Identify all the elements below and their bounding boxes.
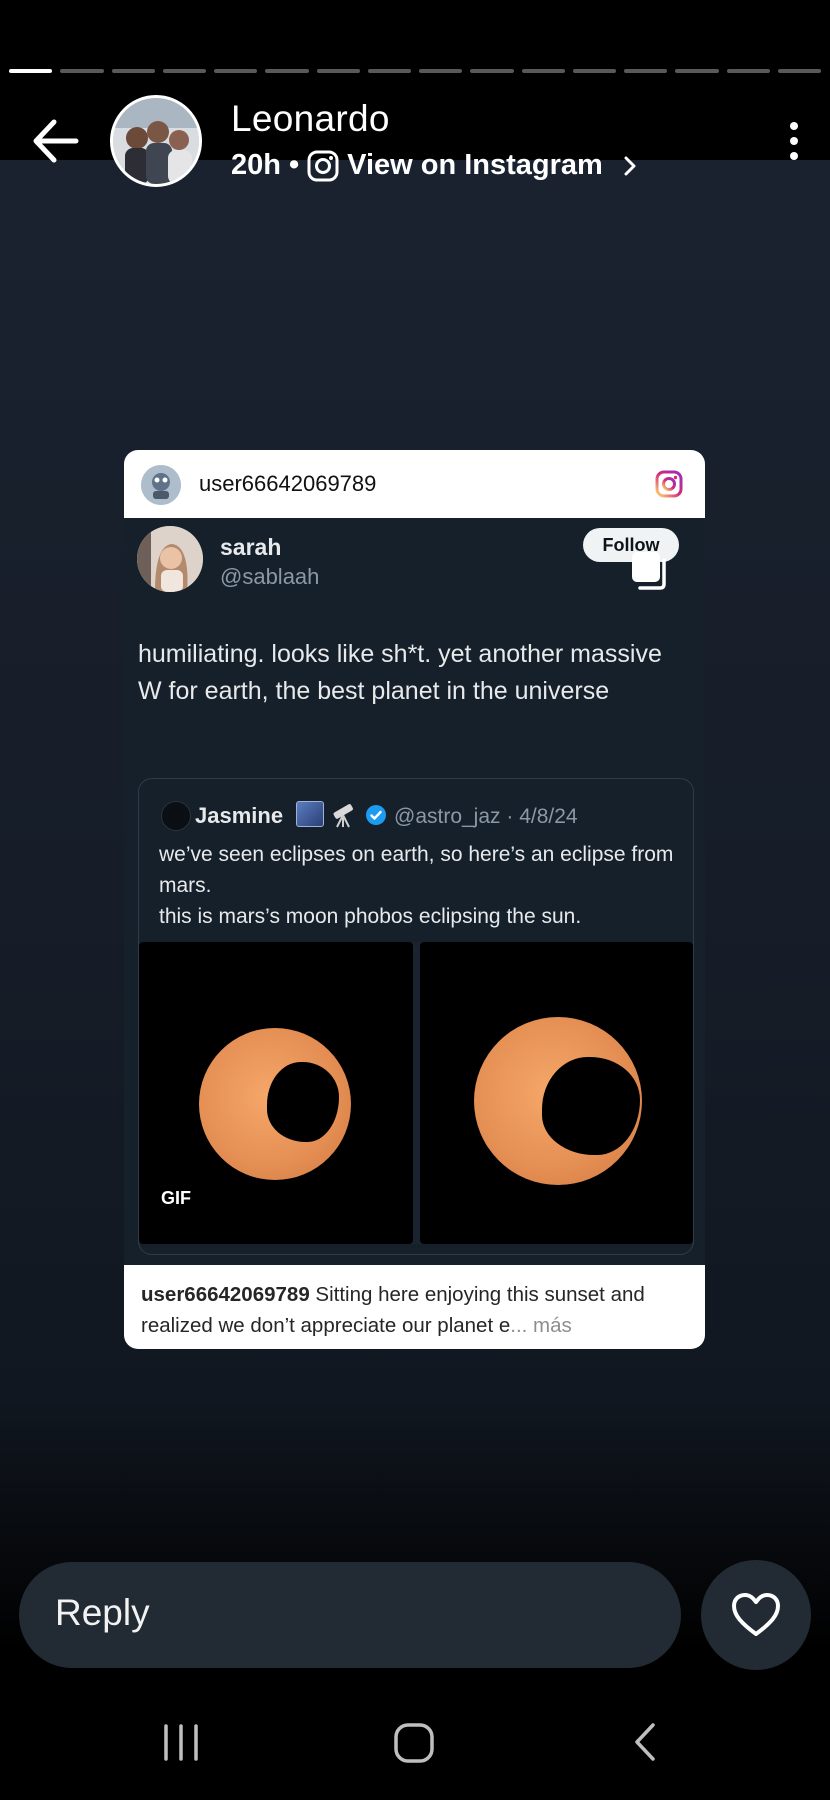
quoted-text-line2: this is mars’s moon phobos eclipsing the…: [159, 905, 582, 928]
tweet-text: humiliating. looks like sh*t. yet anothe…: [138, 640, 662, 705]
eclipse-image-panel[interactable]: [419, 942, 693, 1244]
story-progress-segment: [777, 69, 821, 73]
telescope-icon: [329, 799, 359, 829]
story-time: 20h: [231, 149, 281, 181]
post-header-username[interactable]: user66642069789: [199, 471, 376, 497]
tweet-author-handle[interactable]: @sablaah: [220, 564, 319, 590]
like-button[interactable]: [701, 1560, 811, 1670]
story-progress-segment: [726, 69, 770, 73]
quoted-text: we’ve seen eclipses on earth, so here’s …: [159, 839, 679, 932]
story-progress-segment: [675, 69, 719, 73]
caption-more-link[interactable]: más: [533, 1314, 572, 1337]
story-progress-bar: [9, 69, 821, 73]
story-progress-segment: [572, 69, 616, 73]
sun-image: [199, 1028, 351, 1180]
quoted-author-name[interactable]: Jasmine: [195, 803, 283, 829]
sun-image: [473, 1017, 642, 1185]
back-nav-icon[interactable]: [630, 1720, 660, 1765]
tweet-author-name[interactable]: sarah: [220, 534, 281, 561]
story-progress-segment: [367, 69, 411, 73]
story-progress-segment: [265, 69, 309, 73]
instagram-icon: [307, 150, 339, 181]
post-user-avatar[interactable]: [141, 465, 181, 505]
eclipse-gif-panel[interactable]: GIF: [139, 942, 413, 1244]
view-on-instagram-link[interactable]: View on Instagram: [307, 149, 643, 182]
quoted-media[interactable]: GIF: [139, 942, 693, 1244]
post-caption[interactable]: user66642069789 Sitting here enjoying th…: [124, 1265, 705, 1349]
quoted-text-line1: we’ve seen eclipses on earth, so here’s …: [159, 843, 674, 897]
gif-badge: GIF: [161, 1188, 191, 1208]
story-progress-segment: [419, 69, 463, 73]
tweet-author-avatar[interactable]: [137, 526, 203, 592]
story-progress-segment: [624, 69, 668, 73]
verified-icon: [365, 804, 387, 826]
chevron-right-icon: [624, 156, 636, 175]
reply-placeholder: Reply: [55, 1592, 150, 1633]
author-avatar[interactable]: [110, 95, 202, 187]
caption-ellipsis: ...: [510, 1314, 528, 1337]
quoted-tweet[interactable]: Jasmine @astro_jaz · 4/8/24 we’ve seen e…: [138, 778, 694, 1255]
story-author-name[interactable]: Leonardo: [231, 98, 390, 140]
view-on-instagram-label: View on Instagram: [347, 149, 603, 181]
story-progress-segment: [470, 69, 514, 73]
shared-post-card[interactable]: user66642069789 sarah @sablaah Follow hu…: [124, 450, 705, 1349]
more-vertical-icon[interactable]: [780, 118, 808, 164]
home-icon[interactable]: [392, 1720, 437, 1765]
post-header[interactable]: user66642069789: [124, 450, 705, 518]
story-progress-segment: [60, 69, 104, 73]
meta-separator: •: [288, 149, 300, 181]
story-meta: 20h • View on Instagram: [231, 149, 643, 182]
quoted-author-avatar[interactable]: [161, 801, 191, 831]
story-progress-segment: [214, 69, 258, 73]
recent-apps-icon[interactable]: [160, 1720, 202, 1765]
story-progress-segment: [162, 69, 206, 73]
instagram-icon[interactable]: [655, 470, 683, 498]
galaxy-emoji-icon: [296, 801, 324, 827]
copy-icon: [628, 550, 668, 592]
story-progress-segment: [111, 69, 155, 73]
reply-input[interactable]: Reply: [19, 1562, 681, 1668]
story-progress-segment: [521, 69, 565, 73]
story-progress-segment: [9, 69, 53, 73]
heart-icon: [732, 1593, 780, 1636]
back-arrow-icon[interactable]: [30, 118, 80, 164]
caption-username[interactable]: user66642069789: [141, 1283, 310, 1306]
quoted-handle-date: @astro_jaz · 4/8/24: [394, 805, 578, 828]
story-progress-segment: [316, 69, 360, 73]
